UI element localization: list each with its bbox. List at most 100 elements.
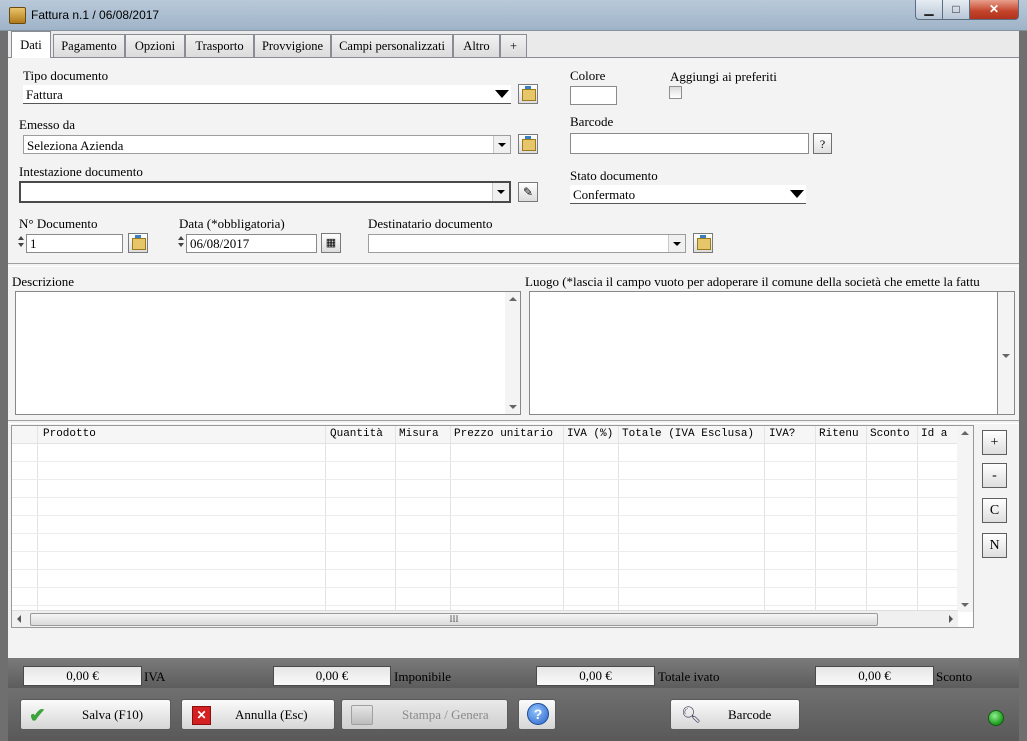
scroll-down-icon <box>1002 354 1010 358</box>
annulla-label: Annulla (Esc) <box>235 707 308 722</box>
col-iva-percent[interactable]: IVA (%) <box>567 428 620 440</box>
col-misura[interactable]: Misura <box>399 428 452 440</box>
n-documento-folder-button[interactable] <box>128 233 148 253</box>
descrizione-textarea[interactable] <box>15 291 521 415</box>
add-row-button[interactable]: + <box>982 430 1007 455</box>
destinatario-folder-button[interactable] <box>693 233 713 253</box>
stato-documento-value: Confermato <box>573 187 636 202</box>
scroll-right-icon <box>949 615 953 623</box>
stato-documento-select[interactable]: Confermato <box>570 185 806 204</box>
arrow-down-icon <box>178 243 184 247</box>
tipo-documento-label: Tipo documento <box>23 68 109 83</box>
stampa-button[interactable]: Stampa / Genera <box>341 699 508 730</box>
stato-documento-label: Stato documento <box>570 168 658 183</box>
chevron-down-icon <box>673 242 681 246</box>
separator <box>8 420 1019 424</box>
emesso-da-label: Emesso da <box>19 117 75 132</box>
totale-ivato-label: Totale ivato <box>658 669 720 684</box>
grid-header: Prodotto Quantità Misura Prezzo unitario… <box>12 426 958 444</box>
luogo-textarea[interactable] <box>529 291 998 415</box>
col-prezzo-unitario[interactable]: Prezzo unitario <box>454 428 565 440</box>
status-indicator <box>988 710 1004 726</box>
minimize-button[interactable]: ▁ <box>915 0 943 20</box>
annulla-button[interactable]: ✕ Annulla (Esc) <box>181 699 335 730</box>
salva-button[interactable]: ✔ Salva (F10) <box>20 699 171 730</box>
col-iva-flag[interactable]: IVA? <box>769 428 817 440</box>
scroll-down-icon <box>509 405 517 409</box>
tipo-documento-value: Fattura <box>26 87 63 102</box>
grid-vertical-scrollbar[interactable] <box>957 426 973 612</box>
n-documento-field[interactable]: 1 <box>26 234 123 253</box>
intestazione-label: Intestazione documento <box>19 164 143 179</box>
col-sconto[interactable]: Sconto <box>870 428 919 440</box>
barcode-help-button[interactable]: ? <box>813 133 832 154</box>
magnifier-icon: 🔍︎ <box>681 707 702 724</box>
arrow-up-icon <box>18 236 24 240</box>
folder-icon <box>697 235 711 250</box>
chevron-down-icon <box>497 190 505 194</box>
tab-dati[interactable]: Dati <box>11 31 51 58</box>
col-ritenuta[interactable]: Ritenu <box>819 428 868 440</box>
tab-trasporto[interactable]: Trasporto <box>185 34 254 57</box>
barcode-field[interactable] <box>570 133 809 154</box>
folder-icon <box>132 235 146 250</box>
n-documento-spinner[interactable] <box>18 234 25 253</box>
col-prodotto[interactable]: Prodotto <box>43 428 323 440</box>
intestazione-select[interactable] <box>19 181 511 203</box>
aggiungi-preferiti-checkbox[interactable] <box>669 86 682 99</box>
tab-campi-personalizzati[interactable]: Campi personalizzati <box>331 34 453 57</box>
emesso-da-select[interactable]: Seleziona Azienda <box>23 135 511 154</box>
sconto-total-field: 0,00 € <box>815 666 934 686</box>
tipo-documento-folder-button[interactable] <box>518 84 538 104</box>
arrow-up-icon <box>178 236 184 240</box>
luogo-scrollbar[interactable] <box>998 291 1015 415</box>
emesso-da-folder-button[interactable] <box>518 134 538 154</box>
folder-icon <box>522 86 536 101</box>
scroll-down-icon <box>961 603 969 607</box>
tab-add[interactable]: + <box>500 34 527 57</box>
remove-row-button[interactable]: - <box>982 463 1007 488</box>
data-spinner[interactable] <box>178 234 185 253</box>
title-bar[interactable]: Fattura n.1 / 06/08/2017 ▁ □ ✕ <box>0 0 1027 30</box>
pencil-icon: ✎ <box>522 185 534 199</box>
grid-horizontal-scrollbar[interactable]: III <box>12 610 958 627</box>
calendar-icon: ▦ <box>325 237 337 249</box>
col-totale[interactable]: Totale (IVA Esclusa) <box>622 428 768 440</box>
colore-field[interactable] <box>570 86 617 105</box>
imponibile-total-label: Imponibile <box>394 669 452 684</box>
col-quantita[interactable]: Quantità <box>330 428 396 440</box>
descrizione-scrollbar[interactable] <box>505 292 520 414</box>
tab-provvigione[interactable]: Provvigione <box>254 34 331 57</box>
stampa-label: Stampa / Genera <box>402 707 489 722</box>
calendar-button[interactable]: ▦ <box>321 233 341 253</box>
chevron-down-icon <box>495 90 509 98</box>
tab-pagamento[interactable]: Pagamento <box>53 34 125 57</box>
intestazione-edit-button[interactable]: ✎ <box>518 182 538 202</box>
maximize-button[interactable]: □ <box>942 0 970 20</box>
tab-opzioni[interactable]: Opzioni <box>125 34 185 57</box>
tab-altro[interactable]: Altro <box>453 34 500 57</box>
totals-bar: 0,00 € IVA 0,00 € Imponibile 0,00 € Tota… <box>8 658 1019 688</box>
n-button[interactable]: N <box>982 533 1007 558</box>
col-id[interactable]: Id a <box>921 428 955 440</box>
scroll-up-icon <box>509 297 517 301</box>
c-button[interactable]: C <box>982 498 1007 523</box>
destinatario-select[interactable] <box>368 234 686 253</box>
barcode-button[interactable]: 🔍︎ Barcode <box>670 699 800 730</box>
data-field[interactable]: 06/08/2017 <box>186 234 317 253</box>
close-button[interactable]: ✕ <box>969 0 1019 20</box>
separator <box>8 263 1019 267</box>
window-title: Fattura n.1 / 06/08/2017 <box>31 8 160 22</box>
tipo-documento-select[interactable]: Fattura <box>23 85 511 104</box>
products-grid[interactable]: Prodotto Quantità Misura Prezzo unitario… <box>11 425 974 628</box>
destinatario-label: Destinatario documento <box>368 216 493 231</box>
app-icon <box>9 7 26 24</box>
help-button[interactable]: ? <box>518 699 556 730</box>
n-documento-label: N° Documento <box>19 216 98 231</box>
imponibile-total-field: 0,00 € <box>273 666 391 686</box>
iva-total-field: 0,00 € <box>23 666 142 686</box>
luogo-label: Luogo (*lascia il campo vuoto per adoper… <box>525 274 980 289</box>
action-bar: ✔ Salva (F10) ✕ Annulla (Esc) Stampa / G… <box>8 688 1019 741</box>
scroll-thumb[interactable]: III <box>30 613 878 626</box>
arrow-down-icon <box>18 243 24 247</box>
